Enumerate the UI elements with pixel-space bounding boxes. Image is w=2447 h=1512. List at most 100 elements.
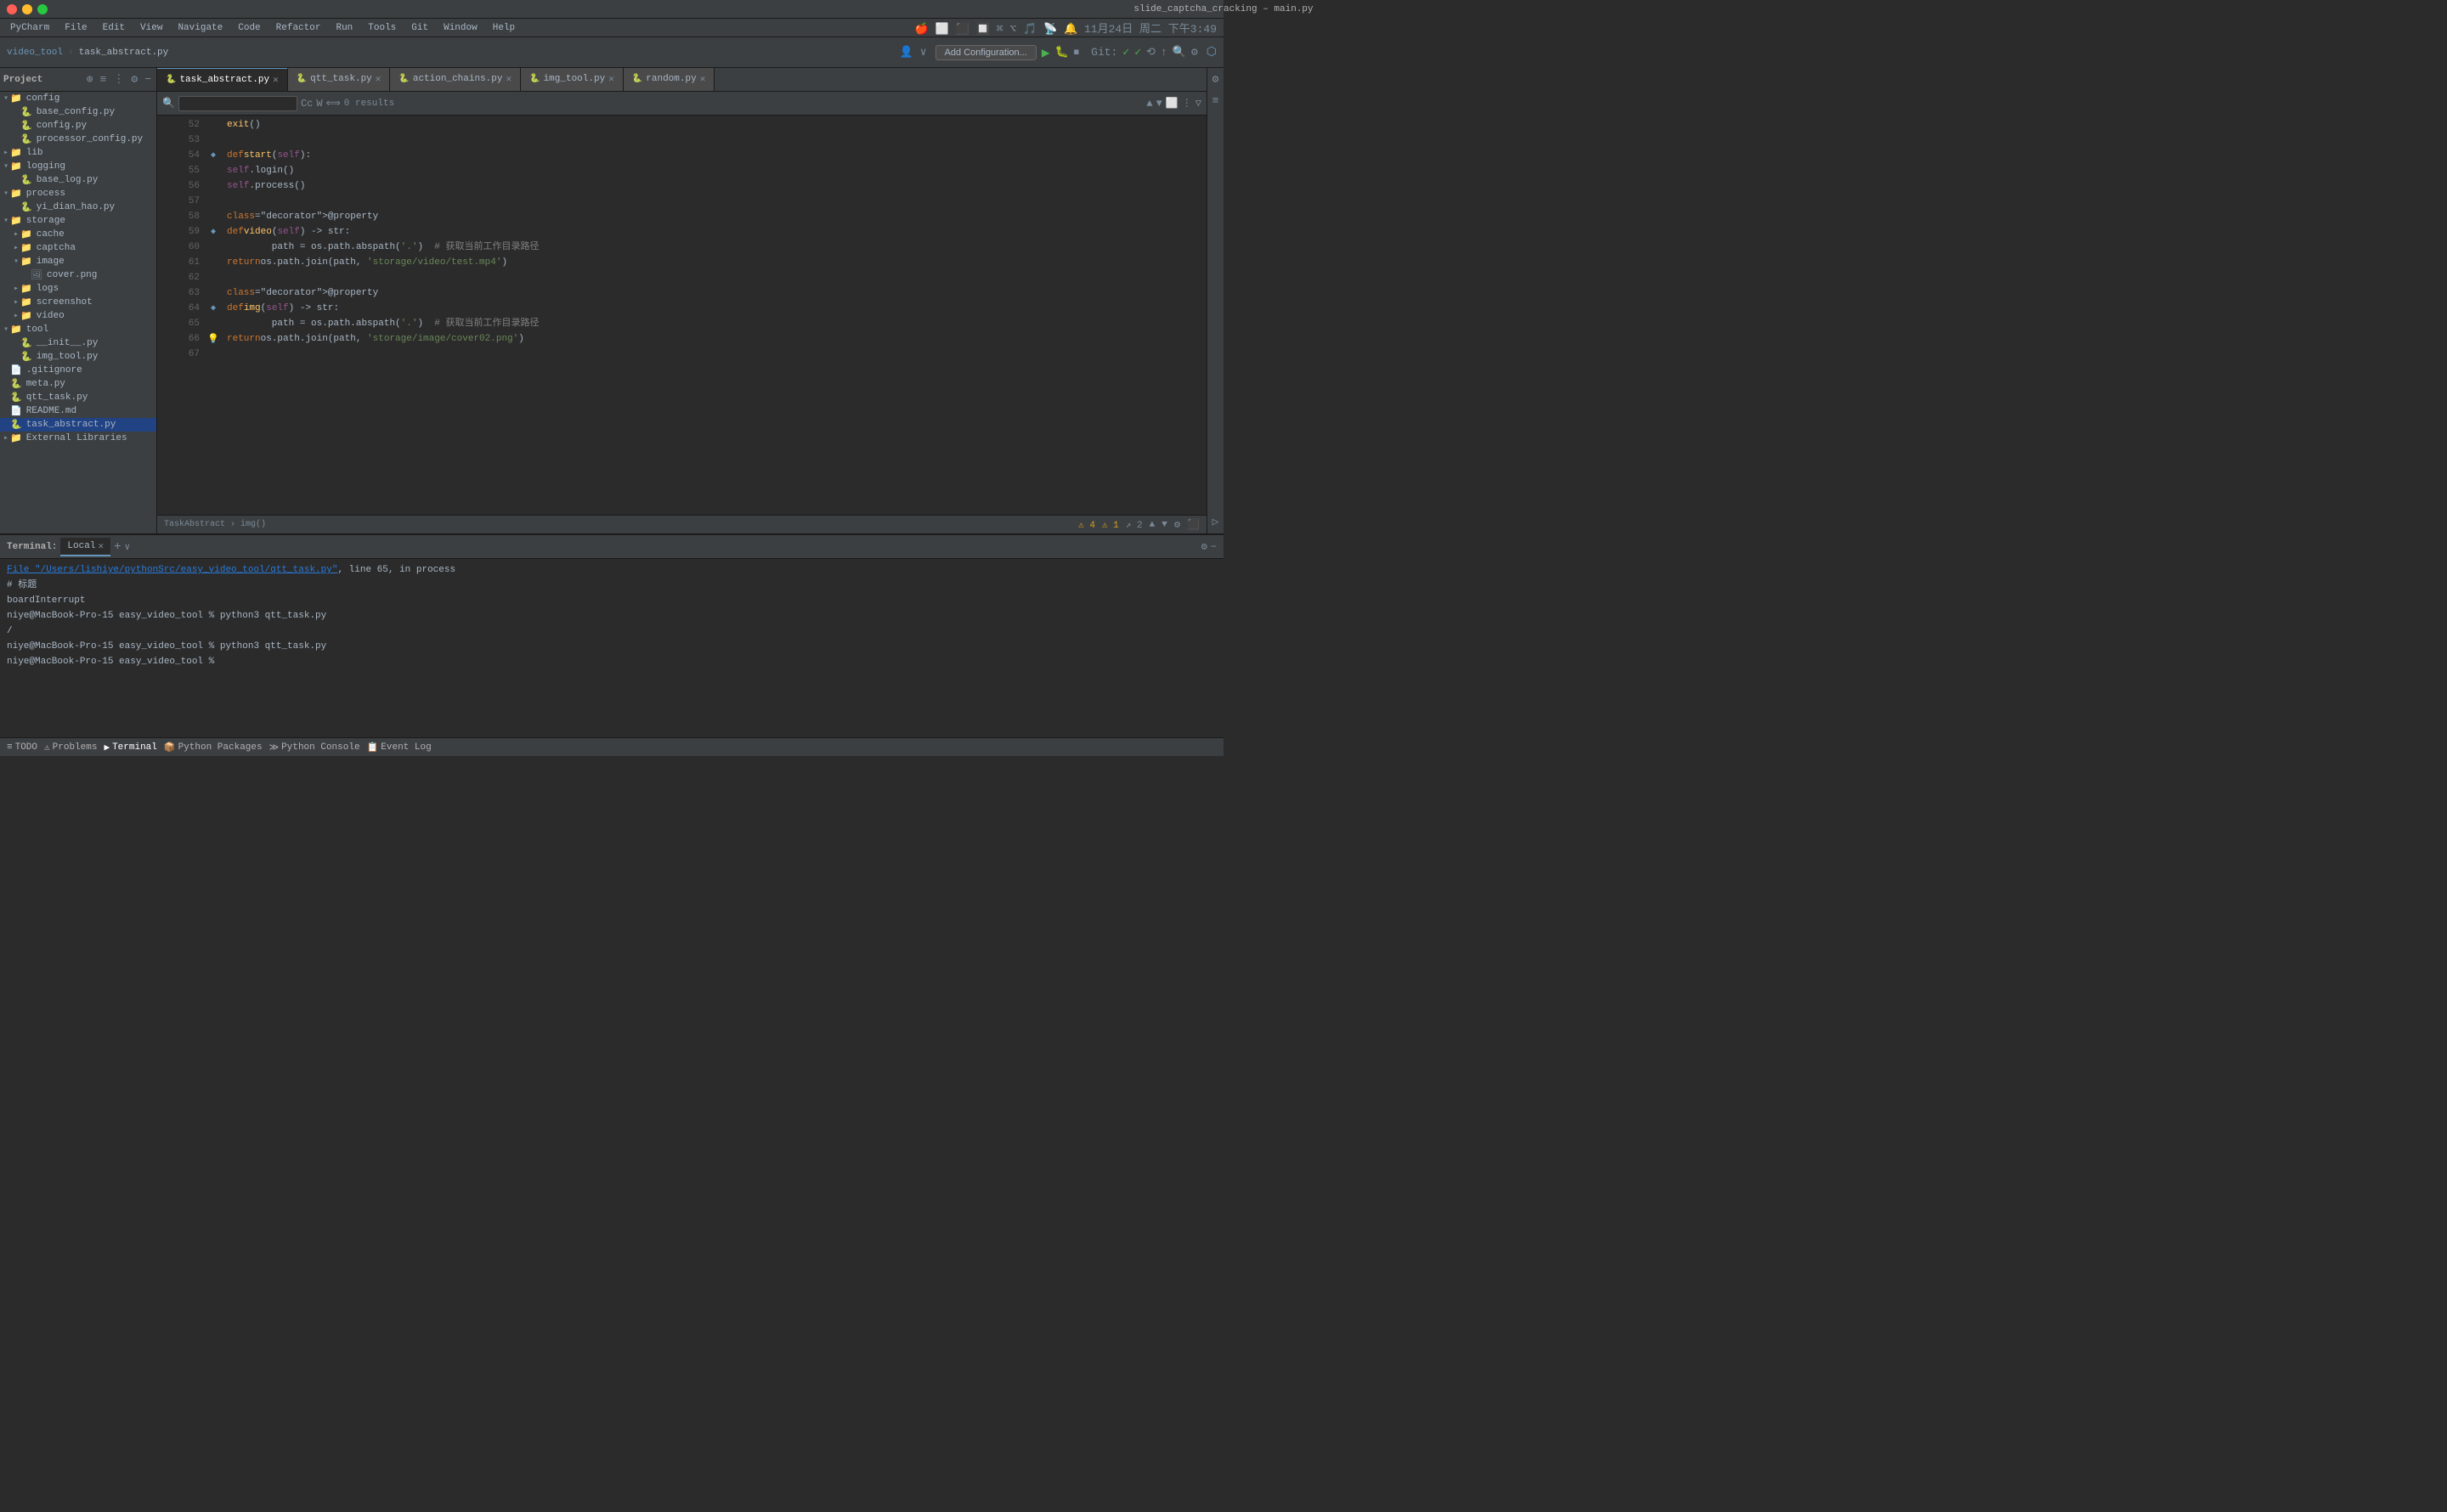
git-push-icon[interactable]: ↑ (1161, 46, 1167, 59)
terminal-content[interactable]: File "/Users/lishiye/pythonSrc/easy_vide… (0, 559, 1224, 737)
expand-icon[interactable]: ⬛ (1187, 518, 1200, 531)
menu-run[interactable]: Run (329, 21, 359, 35)
case-icon[interactable]: ⟺ (326, 97, 341, 110)
search-input[interactable] (178, 96, 297, 111)
git-check-icon[interactable]: ✓ (1122, 46, 1129, 59)
tab-close-icon[interactable]: ✕ (700, 73, 706, 85)
run-button[interactable]: ▶ (1042, 44, 1050, 61)
tab-task-abstract-py[interactable]: 🐍task_abstract.py✕ (157, 68, 288, 91)
menu-code[interactable]: Code (231, 21, 267, 35)
sidebar-collapse-icon[interactable]: ≡ (99, 71, 109, 87)
tree-item-External-Libraries[interactable]: ▸📁External Libraries (0, 432, 156, 445)
tree-item-logs[interactable]: ▸📁logs (0, 282, 156, 296)
sidebar-expand-icon[interactable]: ⋮ (111, 71, 126, 87)
bottom-tab-python-console[interactable]: ≫Python Console (269, 742, 360, 753)
user-icon[interactable]: 👤 ∨ (900, 46, 927, 59)
tree-item---init---py[interactable]: 🐍__init__.py (0, 336, 156, 350)
search-replace-icon[interactable]: ⬜ (1166, 97, 1178, 110)
settings-icon[interactable]: ⚙ (1191, 46, 1198, 59)
run-config-button[interactable]: Add Configuration... (935, 45, 1037, 60)
bottom-tab-terminal[interactable]: ▶Terminal (104, 742, 156, 753)
terminal-add-icon[interactable]: + (114, 540, 121, 554)
sidebar-close-icon[interactable]: − (143, 71, 153, 87)
bottom-tab-event-log[interactable]: 📋Event Log (367, 742, 432, 753)
tree-item--gitignore[interactable]: 📄.gitignore (0, 364, 156, 377)
tab-close-icon[interactable]: ✕ (273, 74, 279, 86)
tree-item-config[interactable]: ▾📁config (0, 92, 156, 105)
terminal-tab-local[interactable]: Local ✕ (60, 538, 110, 556)
tree-item-lib[interactable]: ▸📁lib (0, 146, 156, 160)
terminal-link[interactable]: File "/Users/lishiye/pythonSrc/easy_vide… (7, 565, 337, 575)
tree-item-tool[interactable]: ▾📁tool (0, 323, 156, 336)
menu-git[interactable]: Git (404, 21, 435, 35)
menu-window[interactable]: Window (437, 21, 484, 35)
tree-item-screenshot[interactable]: ▸📁screenshot (0, 296, 156, 309)
stop-button[interactable]: ⏹ (1074, 46, 1080, 59)
menu-tools[interactable]: Tools (361, 21, 403, 35)
tab-close-icon[interactable]: ✕ (506, 73, 511, 85)
terminal-more-icon[interactable]: ∨ (124, 541, 130, 553)
tab-random-py[interactable]: 🐍random.py✕ (624, 68, 715, 91)
right-scrollbar[interactable] (1198, 116, 1207, 515)
right-panel-settings-icon[interactable]: ⚙ (1211, 71, 1221, 87)
right-panel-expand-icon[interactable]: ≡ (1211, 93, 1221, 109)
regex-icon[interactable]: Cc (301, 98, 313, 110)
tree-item-cover-png[interactable]: 🖼cover.png (0, 268, 156, 282)
git-check2-icon[interactable]: ✓ (1134, 46, 1141, 59)
right-panel-arrow-icon[interactable]: ▷ (1211, 514, 1221, 530)
maximize-button[interactable] (37, 4, 48, 14)
tree-item-meta-py[interactable]: 🐍meta.py (0, 377, 156, 391)
tree-item-config-py[interactable]: 🐍config.py (0, 119, 156, 133)
menu-file[interactable]: File (58, 21, 93, 35)
tab-action-chains-py[interactable]: 🐍action_chains.py✕ (390, 68, 521, 91)
tree-item-yi-dian-hao-py[interactable]: 🐍yi_dian_hao.py (0, 200, 156, 214)
toolbar-project[interactable]: video_tool (7, 48, 63, 58)
close-button[interactable] (7, 4, 17, 14)
bottom-tab-python-packages[interactable]: 📦Python Packages (164, 742, 263, 753)
search-filter-icon[interactable]: ▽ (1195, 97, 1201, 110)
menu-view[interactable]: View (133, 21, 169, 35)
bottom-tab-problems[interactable]: ⚠Problems (44, 742, 97, 753)
tree-item-base-log-py[interactable]: 🐍base_log.py (0, 173, 156, 187)
tab-img-tool-py[interactable]: 🐍img_tool.py✕ (521, 68, 624, 91)
tree-item-base-config-py[interactable]: 🐍base_config.py (0, 105, 156, 119)
bottom-tab-todo[interactable]: ≡TODO (7, 742, 37, 753)
menu-edit[interactable]: Edit (96, 21, 132, 35)
terminal-settings-icon[interactable]: ⚙ (1201, 540, 1207, 553)
menu-refactor[interactable]: Refactor (269, 21, 328, 35)
tree-item-processor-config-py[interactable]: 🐍processor_config.py (0, 133, 156, 146)
code-editor[interactable]: 52535455565758596061626364656667 ◆◆◆💡 ex… (157, 116, 1207, 515)
tab-close-icon[interactable]: ✕ (608, 73, 614, 85)
word-icon[interactable]: W (316, 98, 322, 110)
tree-item-image[interactable]: ▾📁image (0, 255, 156, 268)
suggestion-icon[interactable]: 💡 (207, 333, 219, 345)
tree-item-img-tool-py[interactable]: 🐍img_tool.py (0, 350, 156, 364)
menu-help[interactable]: Help (486, 21, 522, 35)
tree-item-README-md[interactable]: 📄README.md (0, 404, 156, 418)
tree-item-video[interactable]: ▸📁video (0, 309, 156, 323)
search-more-icon[interactable]: ⋮ (1182, 97, 1192, 110)
tree-item-cache[interactable]: ▸📁cache (0, 228, 156, 241)
tree-item-logging[interactable]: ▾📁logging (0, 160, 156, 173)
git-history-icon[interactable]: ⟲ (1146, 46, 1156, 59)
search-toolbar-icon[interactable]: 🔍 (1173, 46, 1186, 59)
menu-pycharm[interactable]: PyCharm (3, 21, 56, 35)
warnings-up-icon[interactable]: ▲ (1150, 520, 1156, 530)
tree-item-storage[interactable]: ▾📁storage (0, 214, 156, 228)
terminal-close-icon[interactable]: − (1211, 541, 1217, 553)
tree-item-process[interactable]: ▾📁process (0, 187, 156, 200)
search-down-icon[interactable]: ▼ (1156, 98, 1162, 110)
terminal-tab-close[interactable]: ✕ (98, 540, 104, 552)
search-up-icon[interactable]: ▲ (1146, 98, 1152, 110)
tab-qtt-task-py[interactable]: 🐍qtt_task.py✕ (288, 68, 391, 91)
minimize-button[interactable] (22, 4, 32, 14)
menu-navigate[interactable]: Navigate (171, 21, 229, 35)
tab-close-icon[interactable]: ✕ (376, 73, 381, 85)
debug-button[interactable]: 🐛 (1054, 46, 1068, 59)
tree-item-captcha[interactable]: ▸📁captcha (0, 241, 156, 255)
tree-item-task-abstract-py[interactable]: 🐍task_abstract.py (0, 418, 156, 432)
tree-item-qtt-task-py[interactable]: 🐍qtt_task.py (0, 391, 156, 404)
sidebar-locate-icon[interactable]: ⊕ (85, 71, 95, 87)
settings-right-icon[interactable]: ⚙ (1174, 518, 1180, 531)
warnings-down-icon[interactable]: ▼ (1161, 520, 1167, 530)
